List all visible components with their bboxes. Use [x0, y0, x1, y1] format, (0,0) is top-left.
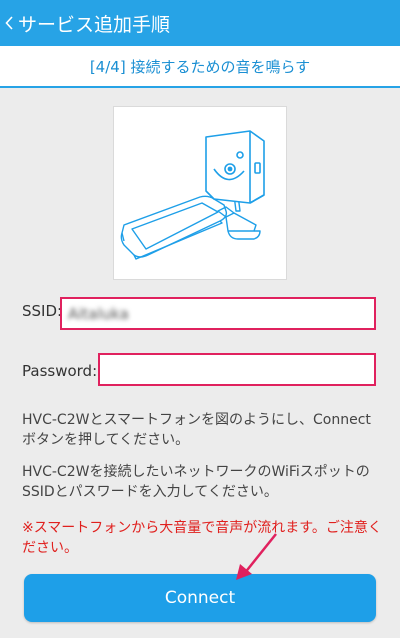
back-button[interactable]	[2, 16, 16, 30]
password-row: Password:	[22, 362, 97, 380]
volume-warning: ※スマートフォンから大音量で音声が流れます。ご注意ください。	[22, 520, 382, 556]
step-label: [4/4] 接続するための音を鳴らす	[89, 57, 311, 76]
chevron-left-icon	[5, 16, 13, 30]
instruction-text-2: HVC-C2Wを接続したいネットワークのWiFiスポットのSSIDとパスワードを…	[22, 464, 370, 500]
password-field[interactable]	[98, 353, 376, 386]
pointer-arrow-icon	[236, 533, 277, 580]
ssid-input[interactable]	[62, 299, 374, 328]
ssid-row: SSID:	[22, 302, 62, 320]
password-label: Password:	[22, 362, 98, 380]
connect-button[interactable]: Connect	[24, 574, 376, 622]
camera-and-phone-illustration	[120, 130, 265, 260]
instruction-text-1: HVC-C2Wとスマートフォンを図のようにし、Connectボタンを押してくださ…	[22, 412, 371, 448]
app-header: サービス追加手順	[0, 0, 400, 46]
setup-illustration	[113, 106, 287, 280]
page-title: サービス追加手順	[18, 13, 171, 36]
ssid-label: SSID:	[22, 302, 63, 320]
password-input[interactable]	[100, 355, 374, 384]
step-indicator: [4/4] 接続するための音を鳴らす	[0, 46, 400, 88]
ssid-field[interactable]	[60, 297, 376, 330]
